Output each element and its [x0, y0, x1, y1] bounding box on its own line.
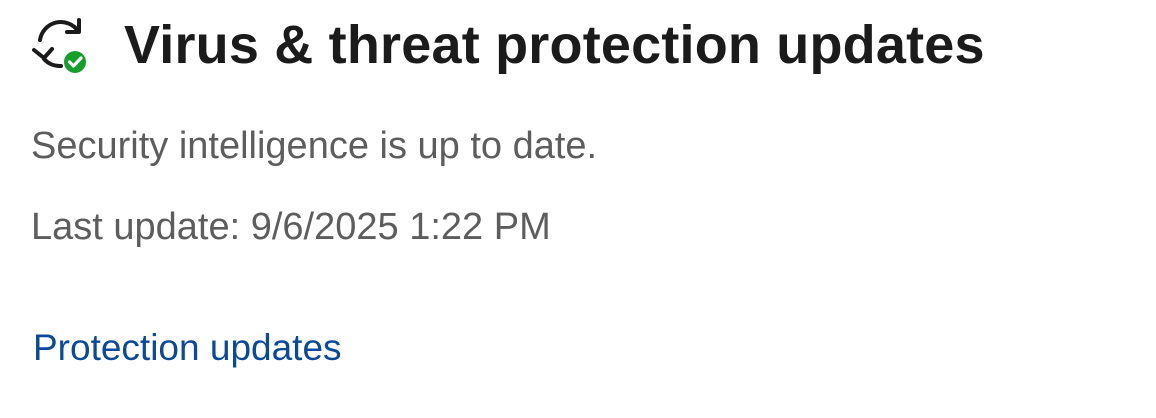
last-update-text: Last update: 9/6/2025 1:22 PM — [31, 206, 551, 248]
section-header: Virus & threat protection updates — [30, 14, 985, 76]
status-text: Security intelligence is up to date. — [31, 125, 598, 167]
virus-threat-updates-section: Virus & threat protection updates Securi… — [0, 0, 1156, 418]
protection-updates-link[interactable]: Protection updates — [33, 327, 342, 369]
section-title: Virus & threat protection updates — [124, 15, 985, 75]
refresh-check-icon — [32, 18, 86, 73]
